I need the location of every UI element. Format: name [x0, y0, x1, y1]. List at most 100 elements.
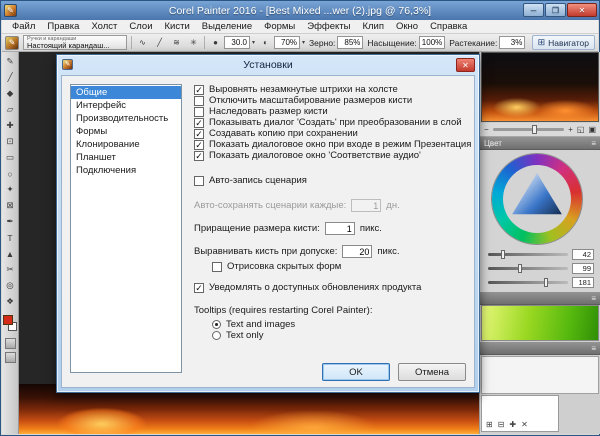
shape-select-tool-icon[interactable]: ▲ — [4, 247, 17, 260]
blue-slider-thumb[interactable] — [544, 278, 548, 287]
thumbnails-icon[interactable]: ⊞ — [486, 420, 493, 429]
magic-wand-tool-icon[interactable]: ✦ — [4, 183, 17, 196]
checkbox[interactable]: ✓ — [194, 140, 204, 150]
zoom-slider-thumb[interactable] — [532, 125, 537, 134]
checkbox-row[interactable]: ✓ Выровнять незамкнутые штрихи на холсте — [194, 84, 466, 95]
close-button[interactable]: ✕ — [567, 3, 597, 17]
brush-tool-icon[interactable]: ✎ — [4, 55, 17, 68]
grabber-tool-icon[interactable]: ❖ — [4, 295, 17, 308]
navigator-thumbnail[interactable] — [481, 52, 599, 122]
hidden-shapes-row[interactable]: Отрисовка скрытых форм — [212, 261, 466, 272]
category-general[interactable]: Общие — [71, 86, 181, 99]
checkbox[interactable] — [194, 96, 204, 106]
crop-tool-icon[interactable]: ⊠ — [4, 199, 17, 212]
checkbox[interactable] — [212, 262, 222, 272]
zoom-tool-icon[interactable]: ◎ — [4, 279, 17, 292]
brush-selector[interactable]: Ручки и карандаши Настоящий карандаш... — [23, 35, 127, 50]
checkbox[interactable] — [194, 107, 204, 117]
update-notify-row[interactable]: ✓ Уведомлять о доступных обновлениях про… — [194, 282, 466, 293]
minimize-button[interactable]: ─ — [523, 3, 544, 17]
eraser-tool-icon[interactable]: ▱ — [4, 103, 17, 116]
opacity-control[interactable]: ◐ 70% ▾ — [259, 36, 305, 49]
green-slider-thumb[interactable] — [518, 264, 522, 273]
transform-tool-icon[interactable]: ⊡ — [4, 135, 17, 148]
checkbox[interactable]: ✓ — [194, 151, 204, 161]
panel-flyout-icon[interactable]: ≡ — [591, 344, 596, 353]
checkbox-row[interactable]: ✓ Показать диалоговое окно при входе в р… — [194, 139, 466, 150]
checkbox[interactable]: ✓ — [194, 129, 204, 139]
menu-edit[interactable]: Правка — [41, 21, 85, 32]
title-bar[interactable]: ✎ Corel Painter 2016 - [Best Mixed ...we… — [1, 1, 599, 20]
brush-size-control[interactable]: ● 30.0 ▾ — [209, 36, 255, 49]
ok-button[interactable]: OK — [322, 363, 390, 381]
opacity-value[interactable]: 70% — [274, 36, 300, 49]
red-slider[interactable] — [488, 253, 568, 256]
radio-text-only[interactable] — [212, 331, 221, 340]
align-tolerance-input[interactable] — [342, 245, 372, 258]
hue-ring[interactable] — [492, 154, 582, 244]
straight-stroke-icon[interactable]: ╱ — [153, 36, 166, 49]
blue-slider[interactable] — [488, 281, 568, 284]
panel-flyout-icon[interactable]: ≡ — [591, 294, 596, 303]
menu-brushes[interactable]: Кисти — [159, 21, 196, 32]
grain-control[interactable]: Зерно: 85% — [309, 36, 363, 49]
resat-value[interactable]: 100% — [419, 36, 445, 49]
scissors-tool-icon[interactable]: ✂ — [4, 263, 17, 276]
checkbox-row[interactable]: ✓ Показывать диалог 'Создать' при преобр… — [194, 117, 466, 128]
category-shapes[interactable]: Формы — [71, 125, 181, 138]
red-slider-thumb[interactable] — [501, 250, 505, 259]
checkbox-row[interactable]: ✓ Создавать копию при сохранении — [194, 128, 466, 139]
mixer-panel-header[interactable]: ≡ — [480, 292, 600, 305]
dropper-tool-icon[interactable]: ╱ — [4, 71, 17, 84]
zoom-out-icon[interactable]: − — [484, 125, 489, 134]
checkbox-row[interactable]: Отключить масштабирование размеров кисти — [194, 95, 466, 106]
checkbox-row[interactable]: ✓ Показать диалоговое окно 'Соответствие… — [194, 150, 466, 161]
category-connections[interactable]: Подключения — [71, 164, 181, 177]
layer-adjuster-tool-icon[interactable]: ✚ — [4, 119, 17, 132]
menu-help[interactable]: Справка — [424, 21, 473, 32]
main-color-swatch[interactable] — [3, 315, 13, 325]
navigator-tab[interactable]: ⊞ Навигатор — [532, 35, 595, 50]
actual-size-icon[interactable]: ▣ — [588, 125, 596, 134]
category-interface[interactable]: Интерфейс — [71, 99, 181, 112]
lasso-tool-icon[interactable]: ○ — [4, 167, 17, 180]
menu-select[interactable]: Выделение — [196, 21, 258, 32]
layers-panel-header[interactable]: ≡ — [480, 342, 600, 355]
text-tool-icon[interactable]: T — [4, 231, 17, 244]
tooltips-option-row[interactable]: Text and images — [212, 319, 466, 330]
chevron-down-icon[interactable]: ▾ — [252, 39, 255, 46]
gradient-selector[interactable] — [5, 352, 16, 363]
rect-select-tool-icon[interactable]: ▭ — [4, 151, 17, 164]
chevron-down-icon[interactable]: ▾ — [302, 39, 305, 46]
maximize-button[interactable]: ❐ — [545, 3, 566, 17]
paint-bucket-tool-icon[interactable]: ◆ — [4, 87, 17, 100]
green-value[interactable]: 99 — [572, 263, 594, 274]
category-cloning[interactable]: Клонирование — [71, 138, 181, 151]
mixer-pad[interactable] — [481, 305, 599, 341]
menu-shapes[interactable]: Формы — [258, 21, 301, 32]
pen-tool-icon[interactable]: ✒ — [4, 215, 17, 228]
checkbox[interactable] — [194, 176, 204, 186]
layers-list[interactable] — [481, 356, 599, 394]
dialog-title-bar[interactable]: ✎ Установки ✕ — [57, 55, 479, 74]
bleed-control[interactable]: Растекание: 3% — [449, 36, 525, 49]
checkbox[interactable]: ✓ — [194, 283, 204, 293]
fit-screen-icon[interactable]: ◱ — [577, 125, 585, 134]
menu-effects[interactable]: Эффекты — [301, 21, 356, 32]
align-stroke-icon[interactable]: ≋ — [170, 36, 183, 49]
zoom-in-icon[interactable]: + — [568, 125, 573, 134]
checkbox[interactable]: ✓ — [194, 118, 204, 128]
saturation-value-triangle[interactable] — [510, 171, 564, 225]
add-icon[interactable]: ✚ — [509, 420, 516, 429]
menu-layers[interactable]: Слои — [123, 21, 158, 32]
tooltips-option-row[interactable]: Text only — [212, 330, 466, 341]
zoom-slider[interactable] — [493, 128, 565, 131]
category-tablet[interactable]: Планшет — [71, 151, 181, 164]
panel-flyout-icon[interactable]: ≡ — [591, 139, 596, 148]
cancel-button[interactable]: Отмена — [398, 363, 466, 381]
menu-window[interactable]: Окно — [390, 21, 424, 32]
list-view-icon[interactable]: ⊟ — [498, 420, 505, 429]
bleed-value[interactable]: 3% — [499, 36, 525, 49]
menu-movie[interactable]: Клип — [356, 21, 390, 32]
dialog-close-button[interactable]: ✕ — [456, 58, 475, 72]
